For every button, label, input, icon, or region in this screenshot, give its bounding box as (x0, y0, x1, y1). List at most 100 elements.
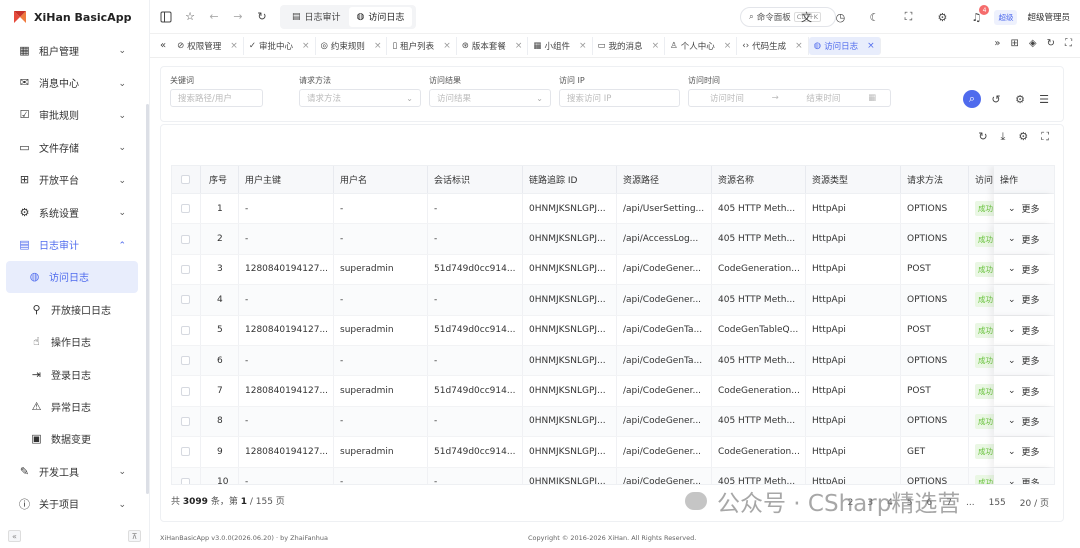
result-select[interactable]: 访问结果 ⌄ (429, 89, 551, 107)
close-icon[interactable]: × (795, 41, 803, 51)
moon-icon[interactable]: ☾ (866, 9, 882, 25)
more-actions-button[interactable]: ⌄ 更多 (994, 437, 1054, 467)
ip-input[interactable]: 搜索访问 IP (559, 89, 680, 107)
more-actions-button[interactable]: ⌄ 更多 (994, 467, 1054, 484)
sidebar-item-exception-log[interactable]: ⚠ 异常日志 (0, 390, 146, 422)
row-checkbox[interactable] (181, 477, 190, 484)
settings-sliders-icon[interactable]: ⚙ (1018, 130, 1028, 144)
sidebar-item-operation-log[interactable]: ☝ 操作日志 (0, 326, 146, 358)
tab-permission[interactable]: ⊘ 权限管理 × (172, 36, 244, 55)
table-row[interactable]: 10- - -0HNMJKSNLGPJ.../api/CodeGener... 405… (172, 467, 1054, 484)
tab-tenant-list[interactable]: ▯ 租户列表 × (387, 36, 457, 55)
sidebar-scrollbar[interactable] (146, 104, 149, 494)
translate-icon[interactable]: 文 (798, 9, 814, 25)
star-icon[interactable]: ☆ (182, 9, 198, 25)
collapse-sidebar-icon[interactable]: « (8, 530, 21, 542)
close-icon[interactable]: × (515, 41, 523, 51)
sidebar-item-tenant[interactable]: ▦ 租户管理 ⌄ (0, 34, 146, 66)
layers-icon[interactable]: ◈ (1029, 38, 1037, 49)
method-select[interactable]: 请求方法 ⌄ (299, 89, 421, 107)
pin-icon[interactable]: ⊼ (128, 530, 141, 542)
close-icon[interactable]: × (230, 41, 238, 51)
sidebar-item-settings[interactable]: ⚙ 系统设置 ⌄ (0, 196, 146, 228)
sidebar-item-approval[interactable]: ☑ 审批规则 ⌄ (0, 99, 146, 131)
refresh-icon[interactable]: ↻ (254, 9, 270, 25)
row-checkbox[interactable] (181, 386, 190, 396)
more-actions-button[interactable]: ⌄ 更多 (994, 345, 1054, 376)
row-checkbox[interactable] (181, 234, 190, 244)
sidebar-item-message[interactable]: ✉ 消息中心 ⌄ (0, 66, 146, 98)
sidebar-item-open-platform[interactable]: ⊞ 开放平台 ⌄ (0, 164, 146, 196)
tab-approval-center[interactable]: ✓ 审批中心 × (244, 36, 316, 55)
table-row[interactable]: 6- - -0HNMJKSNLGPJ.../api/CodeGenTa... 405 … (172, 345, 1054, 377)
more-actions-button[interactable]: ⌄ 更多 (994, 224, 1054, 254)
sidebar-item-log-audit[interactable]: ▤ 日志审计 ⌃ (0, 228, 146, 260)
table-row[interactable]: 8- - -0HNMJKSNLGPJ.../api/CodeGener... 405 … (172, 406, 1054, 438)
close-icon[interactable]: × (579, 41, 587, 51)
more-actions-button[interactable]: ⌄ 更多 (994, 376, 1054, 406)
tabs-scroll-right-icon[interactable]: » (994, 38, 1000, 49)
tab-codegen[interactable]: ‹› 代码生成 × (737, 36, 809, 55)
column-settings-icon[interactable]: ☰ (1035, 90, 1053, 108)
tabs-scroll-left-icon[interactable]: « (160, 40, 166, 51)
more-actions-button[interactable]: ⌄ 更多 (994, 254, 1054, 285)
back-arrow-icon[interactable]: ← (206, 9, 222, 25)
row-checkbox[interactable] (181, 325, 190, 335)
download-icon[interactable]: ⤓ (1001, 130, 1006, 144)
fullscreen-icon[interactable]: ⛶ (1041, 130, 1049, 144)
sidebar-item-login-log[interactable]: ⇥ 登录日志 (0, 358, 146, 390)
sidebar-item-access-log[interactable]: ◍ 访问日志 (6, 260, 138, 294)
row-checkbox[interactable] (181, 416, 190, 426)
breadcrumb-item-current[interactable]: ◍ 访问日志 (348, 6, 413, 27)
breadcrumb-item[interactable]: ▤ 日志审计 (284, 7, 349, 27)
row-checkbox[interactable] (181, 356, 190, 366)
close-icon[interactable]: × (443, 41, 451, 51)
sidebar-item-storage[interactable]: ▭ 文件存储 ⌄ (0, 131, 146, 163)
table-row[interactable]: 1- - -0HNMJKSNLGPJ.../api/UserSetting... 40… (172, 194, 1054, 225)
more-actions-button[interactable]: ⌄ 更多 (994, 315, 1054, 345)
maximize-icon[interactable]: ⛶ (1065, 38, 1072, 49)
table-row[interactable]: 4- - -0HNMJKSNLGPJ.../api/CodeGener... 405 … (172, 285, 1054, 316)
close-icon[interactable]: × (867, 41, 875, 51)
refresh-icon[interactable]: ↻ (978, 130, 987, 144)
reset-icon[interactable]: ↺ (987, 90, 1005, 108)
row-checkbox[interactable] (181, 447, 190, 457)
more-actions-button[interactable]: ⌄ 更多 (994, 194, 1054, 224)
app-logo[interactable]: XiHan BasicApp (0, 0, 149, 34)
tab-widgets[interactable]: ▦ 小组件 × (528, 36, 593, 55)
table-row[interactable]: 5 1280840194127... superadmin 51d749d0cc914… (172, 315, 1054, 346)
settings-sliders-icon[interactable]: ⚙ (934, 9, 950, 25)
grid-icon[interactable]: ⊞ (1011, 38, 1019, 49)
select-all-checkbox[interactable] (181, 175, 190, 184)
row-checkbox[interactable] (181, 204, 190, 214)
row-checkbox[interactable] (181, 264, 190, 274)
sidebar-item-about[interactable]: ⓘ 关于项目 ⌄ (0, 487, 146, 519)
sidebar-item-open-api-log[interactable]: ⚲ 开放接口日志 (0, 293, 146, 325)
table-row[interactable]: 2- - -0HNMJKSNLGPJ.../api/AccessLog... 405 … (172, 224, 1054, 255)
bell-icon[interactable]: ♫ 4 (968, 5, 990, 25)
username[interactable]: 超级管理员 (1027, 11, 1070, 23)
refresh-icon[interactable]: ↻ (1047, 38, 1055, 49)
sidebar-item-data-change[interactable]: ▣ 数据变更 (0, 423, 146, 455)
sidebar-item-dev-tools[interactable]: ✎ 开发工具 ⌄ (0, 455, 146, 487)
close-icon[interactable]: × (374, 41, 382, 51)
table-row[interactable]: 3 1280840194127... superadmin 51d749d0cc914… (172, 254, 1054, 286)
row-checkbox[interactable] (181, 295, 190, 305)
page-size-select[interactable]: 20 / 页 (1020, 496, 1049, 509)
close-icon[interactable]: × (652, 41, 660, 51)
table-row[interactable]: 7 1280840194127... superadmin 51d749d0cc914… (172, 376, 1054, 407)
tab-constraint[interactable]: ◎ 约束规则 × (316, 36, 388, 55)
close-icon[interactable]: × (724, 41, 732, 51)
tab-profile[interactable]: ♙ 个人中心 × (665, 36, 738, 55)
more-actions-button[interactable]: ⌄ 更多 (994, 285, 1054, 315)
sidebar-toggle-icon[interactable] (158, 9, 174, 25)
fullscreen-icon[interactable]: ⛶ (900, 9, 916, 25)
time-range-picker[interactable]: 访问时间 → 结束时间 ▦ (688, 89, 891, 107)
close-icon[interactable]: × (302, 41, 310, 51)
filter-settings-icon[interactable]: ⚙ (1011, 90, 1029, 108)
page-ellipsis[interactable]: ... (966, 498, 975, 508)
table-row[interactable]: 9 1280840194127... superadmin 51d749d0cc914… (172, 437, 1054, 468)
clock-icon[interactable]: ◷ (832, 9, 848, 25)
search-button[interactable]: ⌕ (963, 90, 981, 108)
tab-access-log[interactable]: ◍ 访问日志 × (808, 36, 881, 55)
